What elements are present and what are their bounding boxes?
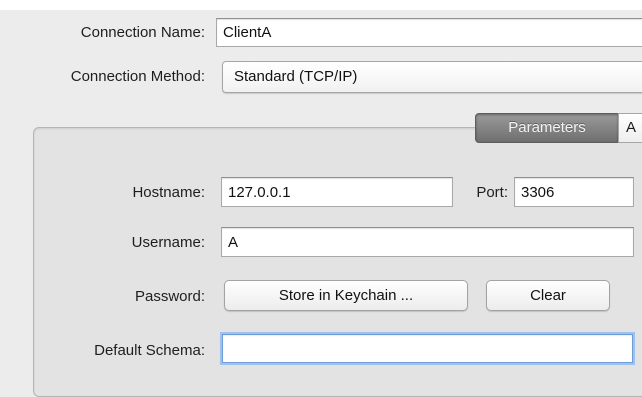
port-label: Port: xyxy=(476,184,508,201)
username-input[interactable] xyxy=(221,227,634,257)
connection-editor: { "connection": { "name_label": "Connect… xyxy=(0,0,642,397)
connection-method-value: Standard (TCP/IP) xyxy=(234,68,358,85)
hostname-input[interactable] xyxy=(221,177,453,207)
tab-advanced-label: A xyxy=(626,119,637,136)
username-label: Username: xyxy=(131,234,205,251)
connection-name-label: Connection Name: xyxy=(80,24,205,41)
connection-name-input[interactable] xyxy=(216,18,642,47)
store-in-keychain-button[interactable]: Store in Keychain ... xyxy=(224,280,468,311)
clear-password-button[interactable]: Clear xyxy=(486,280,610,311)
default-schema-input[interactable] xyxy=(222,334,633,363)
connection-method-label: Connection Method: xyxy=(70,68,205,85)
default-schema-label: Default Schema: xyxy=(94,342,205,359)
connection-method-select[interactable]: Standard (TCP/IP) xyxy=(222,61,642,93)
tab-parameters[interactable]: Parameters xyxy=(475,113,619,143)
port-input[interactable] xyxy=(514,177,634,207)
hostname-label: Hostname: xyxy=(132,184,205,201)
password-label: Password: xyxy=(134,288,205,305)
tab-advanced[interactable]: A xyxy=(618,113,642,143)
top-strip xyxy=(0,0,642,10)
tab-parameters-label: Parameters xyxy=(508,119,586,136)
